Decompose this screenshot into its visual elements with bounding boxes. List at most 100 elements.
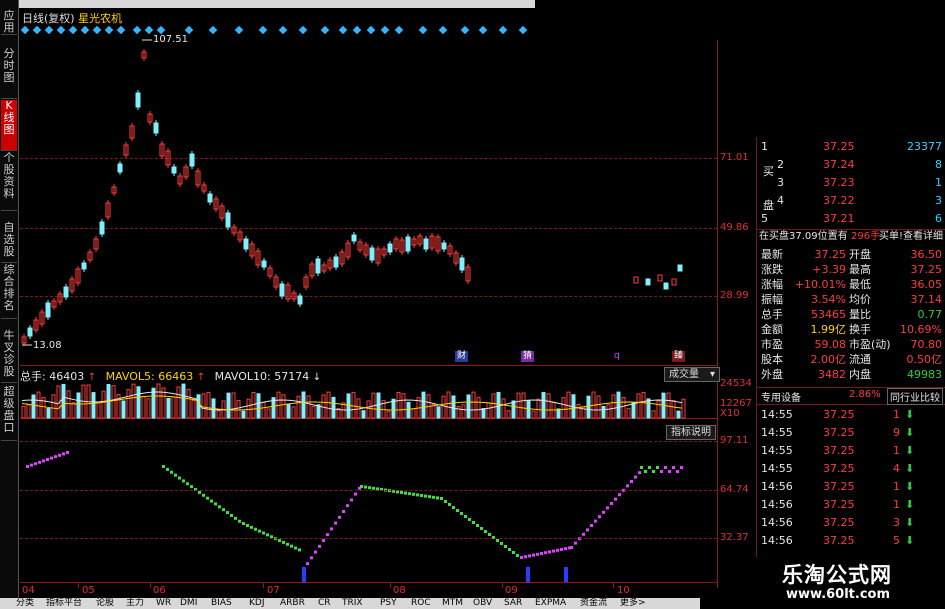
volume-bar — [561, 397, 566, 419]
stats-row: 股本 2.00亿 流通 0.50亿 — [757, 352, 945, 368]
volume-bar — [681, 398, 686, 419]
volume-bar — [536, 398, 541, 419]
indicator-segment — [656, 466, 659, 469]
indicator-tab[interactable]: CR — [318, 598, 331, 609]
indicator-segment — [610, 502, 613, 505]
volume-bar — [136, 386, 141, 419]
indicator-segment — [206, 496, 209, 500]
order-book-row[interactable]: 1 37.25 23377 — [757, 139, 945, 155]
indicator-tab[interactable]: BIAS — [211, 598, 232, 609]
indicator-segment — [46, 458, 49, 461]
indicator-tab[interactable]: EXPMA — [535, 598, 566, 609]
volume-bar — [476, 396, 481, 419]
indicator-tab[interactable]: SAR — [504, 598, 522, 609]
indicator-segment — [548, 550, 551, 554]
indicator-tab[interactable]: OBV — [473, 598, 492, 609]
volume-bar — [311, 405, 316, 419]
indicator-segment — [524, 555, 527, 559]
volume-bar — [321, 394, 326, 419]
volume-bar — [631, 402, 636, 419]
event-marker-other[interactable]: 臻 — [672, 351, 686, 362]
volume-bar — [496, 391, 501, 419]
indicator-segment — [186, 482, 189, 486]
indicator-tab[interactable]: WR — [156, 598, 171, 609]
indicator-segment — [190, 485, 193, 489]
volume-bar — [126, 389, 131, 419]
indicator-tick: 32.37 — [720, 532, 749, 543]
indicator-segment — [460, 512, 463, 515]
indicator-segment — [182, 479, 185, 483]
tick-cell: 37.25 — [823, 426, 855, 439]
indicator-segment — [436, 496, 439, 500]
indicator-segment — [306, 562, 309, 566]
indicator-help-button[interactable]: 指标说明 — [666, 425, 716, 440]
stats-cell: +3.39 — [812, 263, 846, 276]
indicator-segment — [66, 451, 69, 454]
event-marker-report[interactable]: 猜 — [521, 351, 535, 362]
low-price-label: 13.08 — [33, 340, 62, 351]
indicator-tick: 97.11 — [720, 435, 749, 446]
indicator-tab[interactable]: 更多> — [620, 598, 646, 609]
stats-cell: 量比 — [849, 308, 871, 321]
bid-info-bar[interactable]: 在买盘37.09位置有 296手 买单!查看详细 — [757, 229, 945, 245]
indicator-tab[interactable]: 论股 — [96, 598, 114, 609]
sector-name[interactable]: 专用设备 — [761, 389, 801, 404]
stats-cell: 均价 — [849, 293, 871, 306]
indicator-segment — [652, 470, 655, 473]
volume-bar — [166, 397, 171, 419]
stats-row: 涨幅 +10.01% 最低 36.05 — [757, 277, 945, 293]
indicator-segment — [290, 544, 293, 548]
volume-bar — [396, 392, 401, 419]
stats-cell: 0.50亿 — [906, 353, 943, 366]
volume-bar — [641, 391, 646, 419]
tick-cell: 1 — [893, 444, 900, 457]
tick-cell: 37.25 — [823, 498, 855, 511]
indicator-segment — [488, 533, 491, 536]
tick-cell: 37.25 — [823, 462, 855, 475]
indicator-tab[interactable]: ARBR — [280, 598, 305, 609]
volume-bar — [546, 393, 551, 419]
volume-bar — [576, 403, 581, 419]
indicator-segment — [544, 551, 547, 555]
indicator-segment — [178, 476, 181, 480]
indicator-tab[interactable]: 指标平台 — [46, 598, 82, 609]
indicator-tab[interactable]: 分类 — [16, 598, 34, 609]
indicator-segment — [226, 511, 229, 515]
indicator-tab[interactable]: 资金流 — [580, 598, 607, 609]
stats-table: 最新 37.25 开盘 36.50 涨跌 +3.39 最高 37.25 涨幅 +10.01% 最低 3… — [757, 247, 945, 395]
stats-cell: 37.25 — [910, 263, 943, 276]
indicator-tab[interactable]: TRIX — [342, 598, 363, 609]
volume-bar — [236, 400, 241, 419]
indicator-tab[interactable]: KDJ — [249, 598, 265, 609]
volume-bar — [71, 402, 76, 419]
tick-cell: 37.25 — [823, 480, 855, 493]
industry-compare-button[interactable]: 同行业比较 — [887, 388, 943, 405]
volume-bar — [31, 394, 36, 419]
indicator-tab[interactable]: DMI — [180, 598, 197, 609]
order-book-row[interactable]: 4 37.22 3 — [757, 193, 945, 209]
candle — [657, 274, 663, 282]
order-book-row[interactable]: 5 37.21 6 — [757, 211, 945, 227]
volume-bar — [241, 410, 246, 419]
indicator-segment — [314, 550, 317, 554]
indicator-tab[interactable]: ROC — [411, 598, 431, 609]
indicator-segment — [198, 490, 201, 494]
order-book-row[interactable]: 3 37.23 1 — [757, 175, 945, 191]
volume-bar — [451, 395, 456, 419]
indicator-tab[interactable]: PSY — [380, 598, 397, 609]
indicator-segment — [34, 462, 37, 466]
indicator-segment — [556, 548, 559, 552]
volume-bar — [421, 391, 426, 419]
event-marker-q[interactable]: q — [612, 351, 622, 362]
indicator-tab[interactable]: 主力 — [126, 598, 144, 609]
order-book-row[interactable]: 2 37.24 8 — [757, 157, 945, 173]
indicator-tab[interactable]: MTM — [442, 598, 463, 609]
volume-legend: 总手: 46403 ↑ MAVOL5: 66463 ↑ MAVOL10: 571… — [20, 370, 322, 383]
stats-cell: 市盈(动) — [849, 338, 891, 351]
volume-bar — [471, 391, 476, 419]
candle — [677, 264, 683, 272]
volume-indicator-button[interactable]: 成交量 ▾ — [664, 367, 720, 382]
volume-bar — [601, 405, 606, 419]
event-marker-finance[interactable]: 财 — [455, 351, 469, 362]
indicator-segment — [238, 519, 241, 523]
